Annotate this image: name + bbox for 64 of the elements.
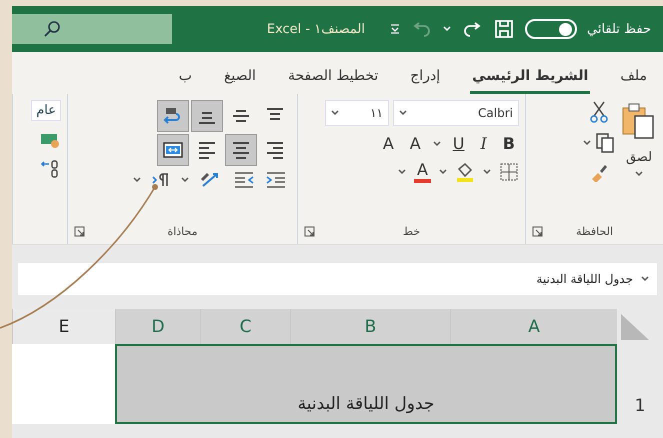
- copy-icon[interactable]: [595, 132, 615, 154]
- decrease-indent-icon[interactable]: [233, 171, 255, 189]
- dialog-launcher-icon[interactable]: [532, 226, 543, 237]
- search-field[interactable]: [12, 14, 172, 44]
- caret-icon: [398, 169, 406, 175]
- autosave-toggle[interactable]: [525, 19, 577, 39]
- caret-icon: [483, 169, 491, 175]
- dialog-launcher-icon[interactable]: [304, 226, 315, 237]
- wrap-text-button[interactable]: [157, 100, 189, 132]
- text-direction-icon[interactable]: [151, 172, 171, 188]
- row-header[interactable]: 1: [617, 344, 663, 424]
- column-header[interactable]: D: [115, 309, 200, 344]
- save-icon[interactable]: [493, 18, 515, 40]
- caret-icon: [399, 110, 407, 116]
- increase-indent-icon[interactable]: [265, 171, 287, 189]
- shrink-font-button[interactable]: A: [378, 134, 398, 153]
- merge-button[interactable]: [157, 134, 189, 166]
- center-align-button[interactable]: [225, 134, 257, 166]
- paste-label[interactable]: لصق: [626, 150, 652, 165]
- caret-icon: [133, 177, 141, 183]
- formula-bar[interactable]: جدول اللياقة البدنية: [18, 263, 657, 295]
- caret-icon: [583, 140, 591, 146]
- font-color-button[interactable]: A: [414, 161, 431, 183]
- ribbon-tab[interactable]: ملف: [618, 68, 649, 94]
- group-label: الحافظة: [576, 224, 614, 238]
- ribbon-tab[interactable]: إدراج: [408, 68, 442, 94]
- column-header[interactable]: C: [200, 309, 290, 344]
- window-title: المصنف١ - Excel: [266, 22, 365, 36]
- autosave-label: حفظ تلقائي: [587, 22, 651, 36]
- formula-value: جدول اللياقة البدنية: [536, 272, 633, 286]
- ribbon-tab[interactable]: تخطيط الصفحة: [286, 68, 380, 94]
- ribbon-tab[interactable]: الصيغ: [222, 68, 258, 94]
- scissors-icon[interactable]: [590, 100, 608, 124]
- caret-icon: [439, 169, 447, 175]
- bold-button[interactable]: B: [498, 134, 519, 153]
- merged-cell[interactable]: جدول اللياقة البدنية: [115, 344, 617, 424]
- caret-icon: [635, 171, 643, 177]
- corner-triangle-icon: [621, 314, 649, 340]
- fill-color-icon[interactable]: [455, 161, 475, 183]
- borders-icon[interactable]: [499, 162, 519, 182]
- currency-icon[interactable]: [39, 131, 61, 149]
- caret-icon: [432, 140, 441, 146]
- number-format-field[interactable]: عام: [31, 100, 61, 121]
- font-size-field[interactable]: ١١: [325, 100, 389, 126]
- group-label: محاذاة: [167, 224, 198, 238]
- caret-icon[interactable]: [443, 26, 451, 32]
- font-name-field[interactable]: Calbri: [393, 100, 519, 126]
- center-align-icon: [230, 139, 252, 161]
- right-align-icon: [264, 139, 286, 161]
- bottom-align-button[interactable]: [191, 100, 223, 132]
- caret-icon: [181, 177, 189, 183]
- dialog-launcher-icon[interactable]: [74, 226, 85, 237]
- italic-button[interactable]: I: [476, 134, 491, 153]
- column-header[interactable]: A: [450, 309, 617, 344]
- grow-font-button[interactable]: A: [406, 134, 425, 153]
- expand-icon: [641, 276, 649, 282]
- group-label: خط: [402, 224, 420, 238]
- ribbon-tab[interactable]: ب: [176, 68, 194, 94]
- column-header[interactable]: B: [290, 309, 450, 344]
- customize-icon[interactable]: [389, 23, 401, 35]
- underline-button[interactable]: U: [448, 134, 468, 153]
- search-icon: [42, 19, 62, 39]
- left-align-icon: [196, 139, 218, 161]
- caret-icon: [331, 110, 339, 116]
